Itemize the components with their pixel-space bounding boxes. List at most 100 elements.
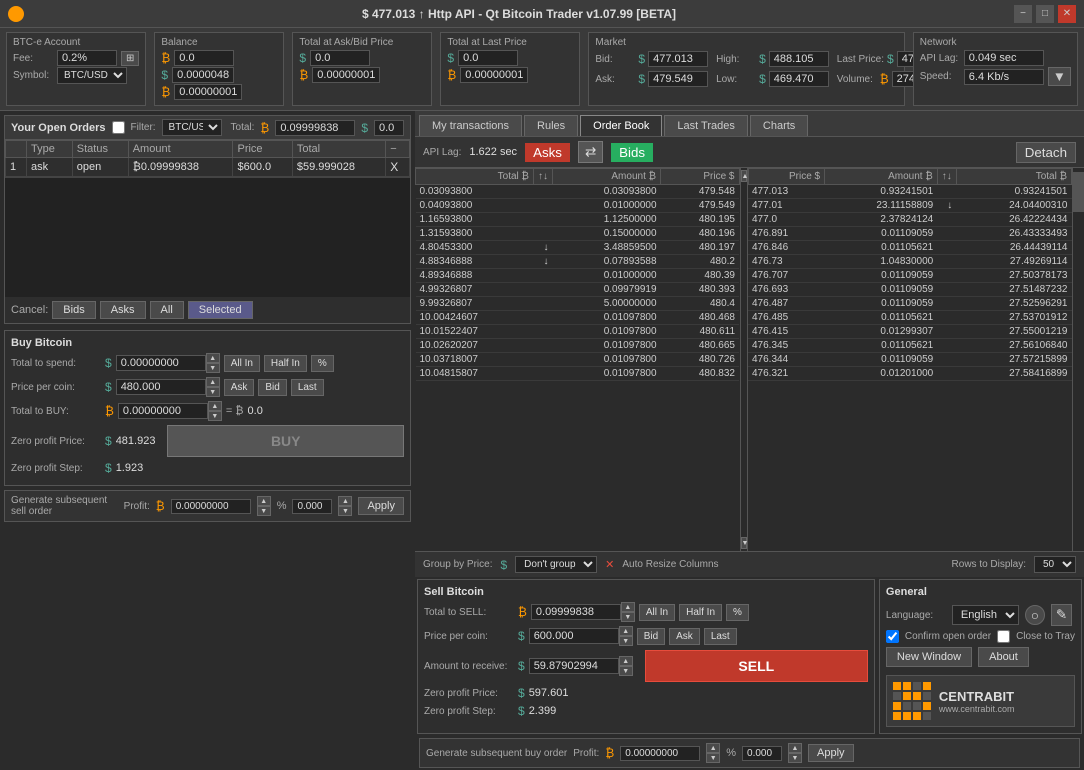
usd-bid-icon: $ [638,52,645,66]
gen-sell-pct-spin-up[interactable]: ▲ [338,496,352,506]
sell-price-spin-up[interactable]: ▲ [619,626,633,636]
sell-price-spin-dn[interactable]: ▼ [619,636,633,646]
gen-sell-profit-label: Profit: [124,501,150,512]
btc-gen-buy-icon: ₿ [605,746,614,760]
settings-button[interactable]: ✎ [1051,604,1072,626]
gen-buy-pct-input[interactable] [742,746,782,761]
sell-bid-button[interactable]: Bid [637,628,665,645]
cancel-bids-button[interactable]: Bids [52,301,95,319]
buy-spend-input[interactable] [116,355,206,371]
asks-amount: 1.12500000 [552,213,660,227]
spend-spin-dn[interactable]: ▼ [206,363,220,373]
lang-select[interactable]: English [952,605,1019,625]
cancel-all-button[interactable]: All [150,301,184,319]
new-window-button[interactable]: New Window [886,647,972,667]
buy-bid-button[interactable]: Bid [258,379,286,396]
sell-zero-profit-label: Zero profit Price: [424,688,514,699]
sell-ask-button[interactable]: Ask [669,628,700,645]
cancel-asks-button[interactable]: Asks [100,301,146,319]
last-price-label: Last Price: [837,54,884,65]
spend-spin-up[interactable]: ▲ [206,353,220,363]
rows-select[interactable]: 50 [1034,556,1076,573]
ob-scrollbar-thumb[interactable] [1073,172,1084,212]
gen-buy-spin-up[interactable]: ▲ [706,743,720,753]
gen-buy-profit-label: Profit: [573,748,599,759]
network-dropdown-button[interactable]: ▼ [1048,67,1071,86]
tab-my-transactions[interactable]: My transactions [419,115,522,136]
minimize-button[interactable]: − [1014,5,1032,23]
asks-row: 4.89346888 0.01000000 480.39 [416,269,740,283]
gen-sell-spin-up[interactable]: ▲ [257,496,271,506]
close-tray-checkbox[interactable] [997,630,1010,643]
symbol-select[interactable]: BTC/USD [57,67,127,84]
price-spin-up[interactable]: ▲ [206,377,220,387]
tab-order-book[interactable]: Order Book [580,115,662,136]
price-spin-dn[interactable]: ▼ [206,387,220,397]
buy-pct-button[interactable]: % [311,355,334,372]
btc-gen-sell-icon: ₿ [156,499,165,513]
asks-button[interactable]: Asks [525,143,570,162]
bids-amount: 0.01105621 [825,339,938,353]
filter-select[interactable]: BTC/USD [162,119,222,136]
row-close-button[interactable]: X [386,158,410,177]
tab-last-trades[interactable]: Last Trades [664,115,747,136]
fee-value: 0.2% [57,50,117,66]
buy-total-input[interactable] [118,403,208,419]
auto-resize-x[interactable]: ✕ [605,558,614,571]
api-lag-label: API Lag: [920,53,960,64]
switch-button[interactable]: ⇄ [578,141,603,163]
gen-sell-pct-spin-dn[interactable]: ▼ [338,506,352,516]
sell-amt-spin-dn[interactable]: ▼ [621,612,635,622]
lower-right: Sell Bitcoin Total to SELL: ₿ ▲ ▼ All In [415,577,1084,736]
asks-arrow [533,227,552,241]
sell-recv-spin-up[interactable]: ▲ [619,656,633,666]
buy-total-spin-up[interactable]: ▲ [208,401,222,411]
gen-sell-apply-button[interactable]: Apply [358,497,404,515]
ob-scrollbar[interactable] [1072,168,1084,551]
gen-sell-spin-dn[interactable]: ▼ [257,506,271,516]
gen-sell-pct-input[interactable] [292,499,332,514]
copy-fee-button[interactable]: ⊞ [121,51,139,66]
buy-price-input[interactable] [116,379,206,395]
sell-price-input[interactable] [529,628,619,644]
detach-button[interactable]: Detach [1016,142,1076,163]
sell-pct-button[interactable]: % [726,604,749,621]
sell-all-in-button[interactable]: All In [639,604,675,621]
sell-recv-spin-dn[interactable]: ▼ [619,666,633,676]
sell-last-button[interactable]: Last [704,628,737,645]
confirm-checkbox[interactable] [886,630,899,643]
buy-last-button[interactable]: Last [291,379,324,396]
gen-buy-apply-button[interactable]: Apply [808,744,854,762]
bids-total: 26.42224434 [956,213,1071,227]
sell-receive-input[interactable] [529,658,619,674]
bids-row: 476.487 0.01109059 27.52596291 [748,297,1072,311]
buy-button[interactable]: BUY [167,425,404,457]
gen-buy-pct-spin-dn[interactable]: ▼ [788,753,802,763]
gen-buy-spin-dn[interactable]: ▼ [706,753,720,763]
sell-button[interactable]: SELL [645,650,868,682]
sell-amount-input[interactable] [531,604,621,620]
sell-amt-spin-up[interactable]: ▲ [621,602,635,612]
gen-buy-pct-spin-up[interactable]: ▲ [788,743,802,753]
sell-half-in-button[interactable]: Half In [679,604,722,621]
scroll-dn-button[interactable]: ▼ [741,537,747,549]
tab-rules[interactable]: Rules [524,115,578,136]
close-button[interactable]: ✕ [1058,5,1076,23]
about-button[interactable]: About [978,647,1029,667]
tab-charts[interactable]: Charts [750,115,808,136]
filter-checkbox[interactable] [112,121,125,134]
buy-all-in-button[interactable]: All In [224,355,260,372]
bids-total: 27.53701912 [956,311,1071,325]
gen-buy-profit-input[interactable] [620,746,700,761]
cancel-selected-button[interactable]: Selected [188,301,253,319]
bids-button[interactable]: Bids [611,143,653,162]
buy-ask-button[interactable]: Ask [224,379,255,396]
refresh-button[interactable]: ○ [1025,605,1045,625]
buy-total-spin-dn[interactable]: ▼ [208,411,222,421]
maximize-button[interactable]: □ [1036,5,1054,23]
scroll-up-button[interactable]: ▲ [741,170,747,182]
group-select[interactable]: Don't group [515,556,597,573]
buy-half-in-button[interactable]: Half In [264,355,307,372]
gen-sell-profit-input[interactable] [171,499,251,514]
total-ask-bid-1: 0.0 [310,50,370,66]
